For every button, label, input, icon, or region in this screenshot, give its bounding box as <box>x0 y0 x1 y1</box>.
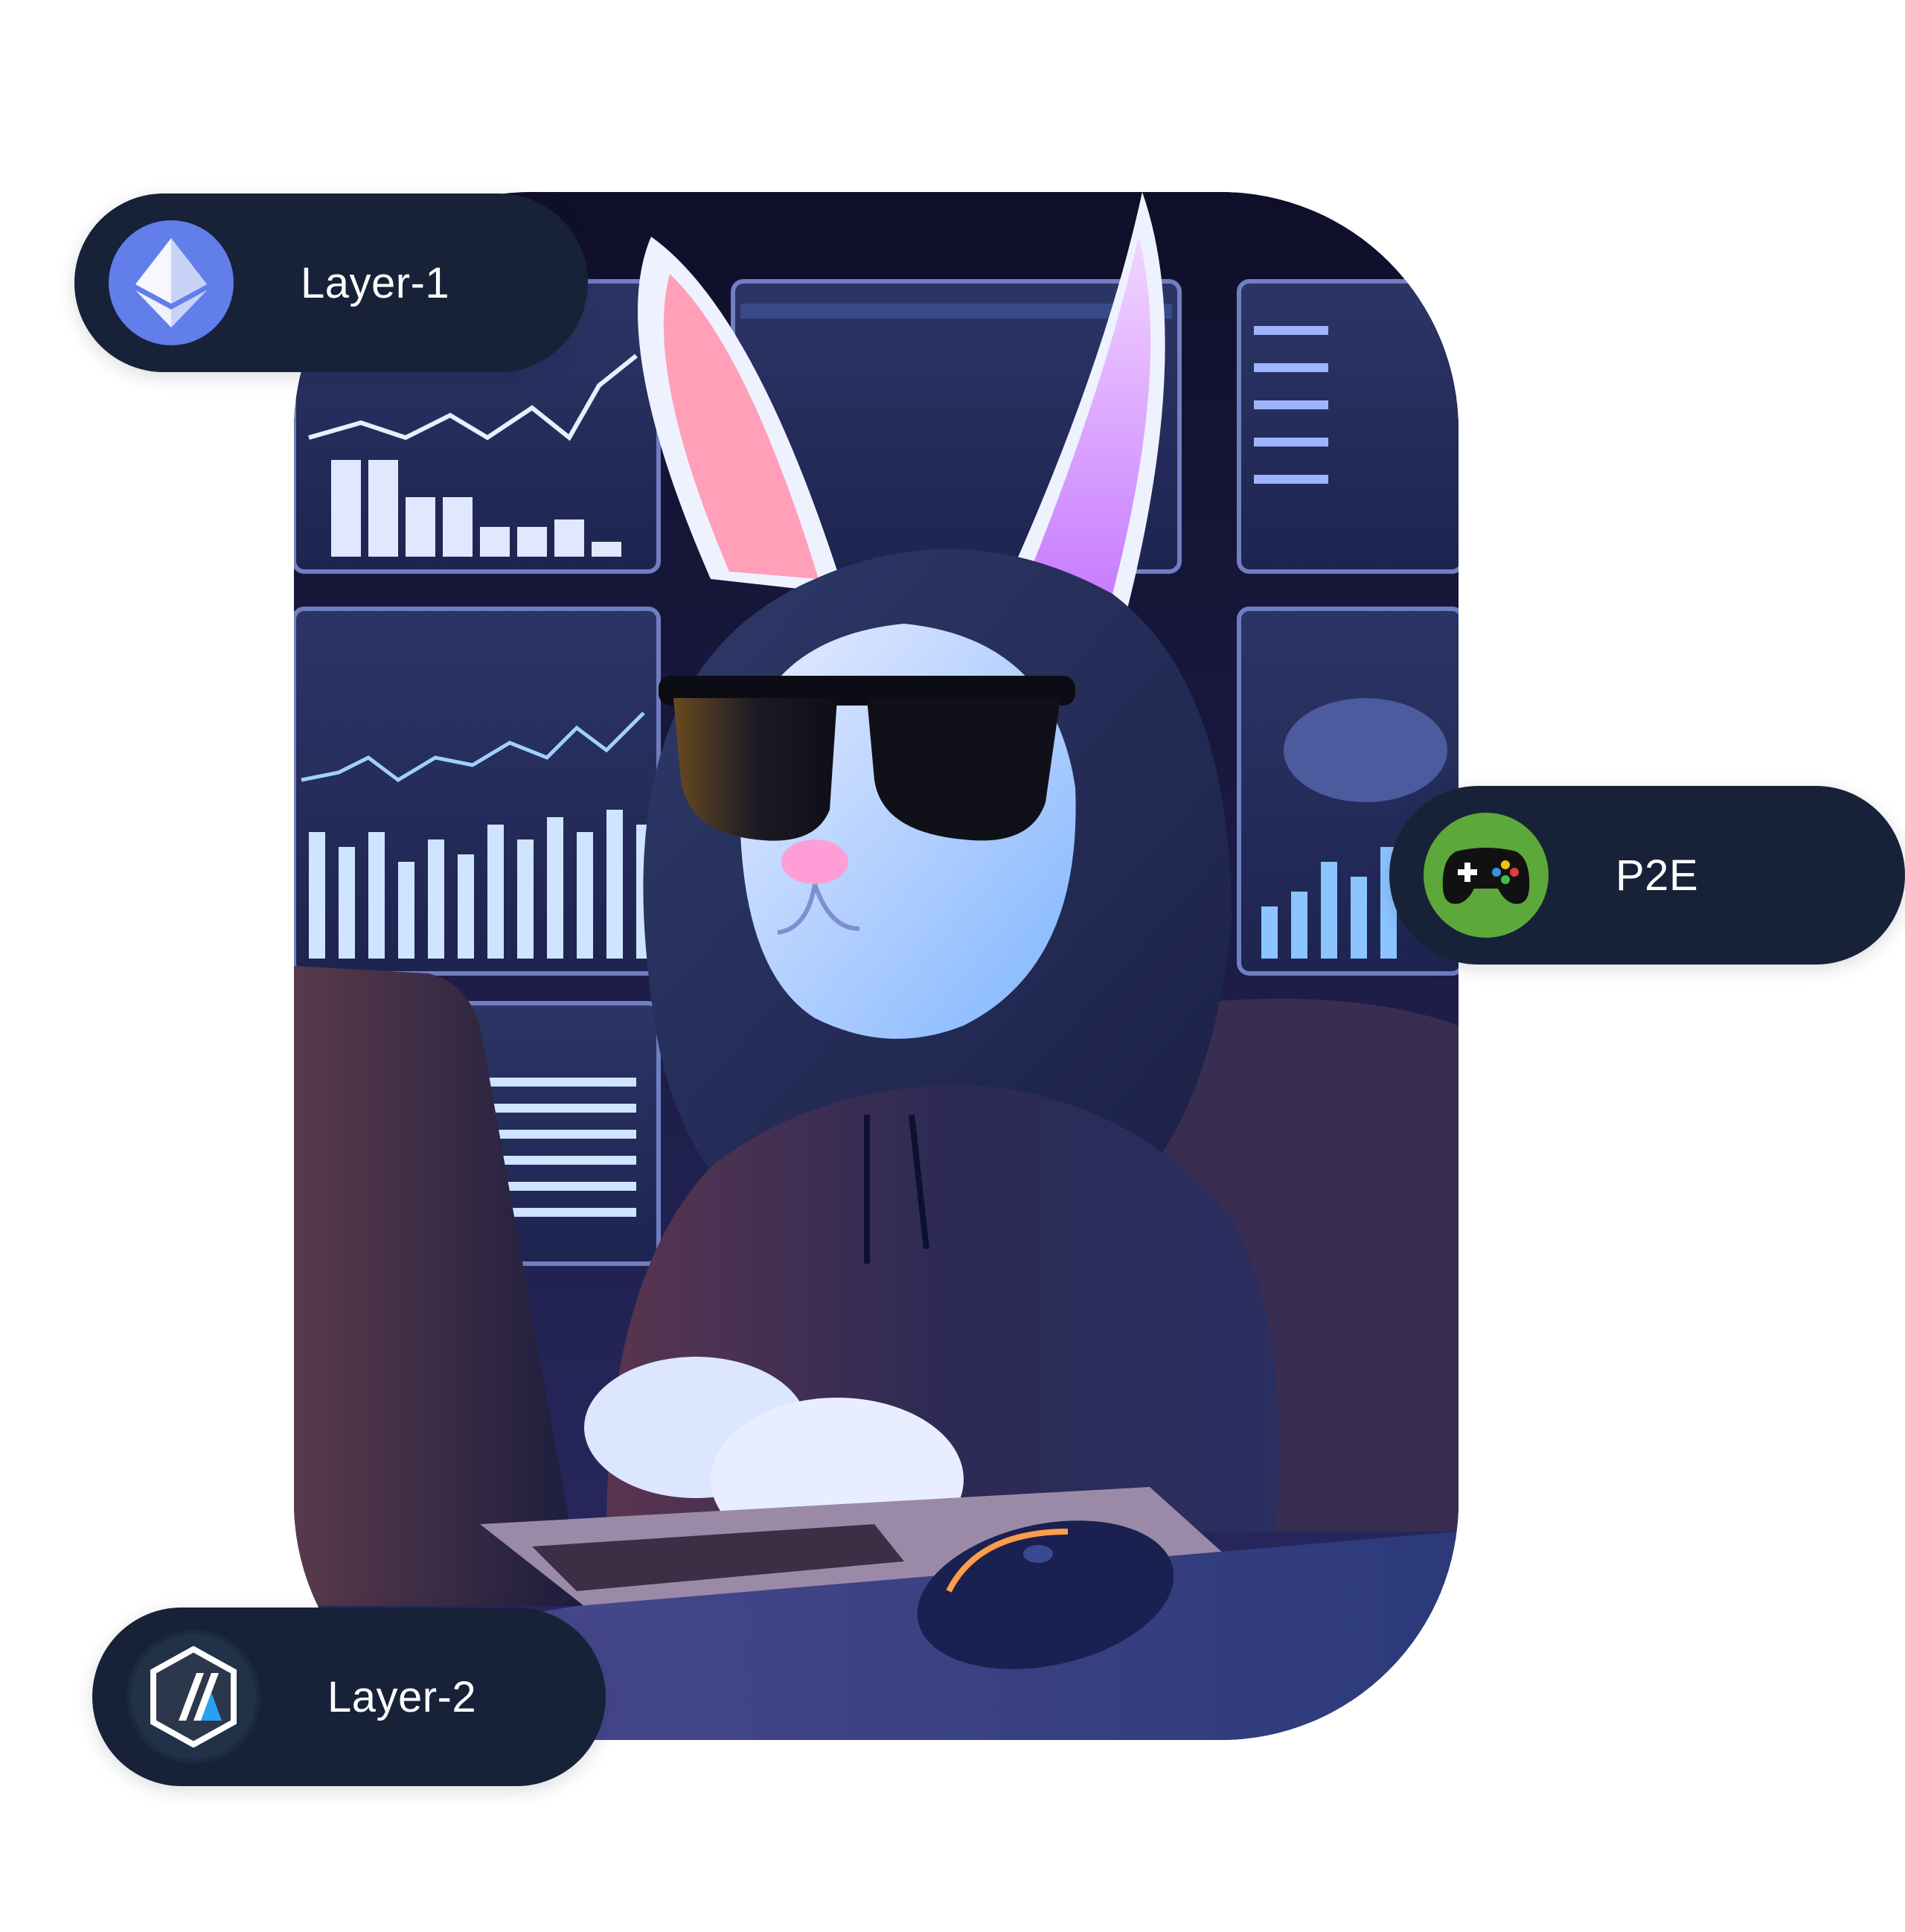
tag-label: Layer-2 <box>327 1672 477 1721</box>
monitor-top-right <box>1237 279 1459 574</box>
gamepad-icon <box>1424 813 1549 938</box>
rabbit-nose <box>781 839 848 884</box>
tag-layer-2[interactable]: Layer-2 <box>92 1608 606 1786</box>
ethereum-icon <box>109 220 234 345</box>
tag-label: Layer-1 <box>301 258 450 307</box>
tag-p2e[interactable]: P2E <box>1389 786 1905 965</box>
arbitrum-icon <box>127 1630 260 1764</box>
tag-label: P2E <box>1616 851 1699 900</box>
tag-layer-1[interactable]: Layer-1 <box>74 193 588 372</box>
rabbit-trader-illustration <box>294 192 1459 1740</box>
hero-illustration <box>294 192 1459 1740</box>
monitor-mid-left <box>294 607 661 976</box>
